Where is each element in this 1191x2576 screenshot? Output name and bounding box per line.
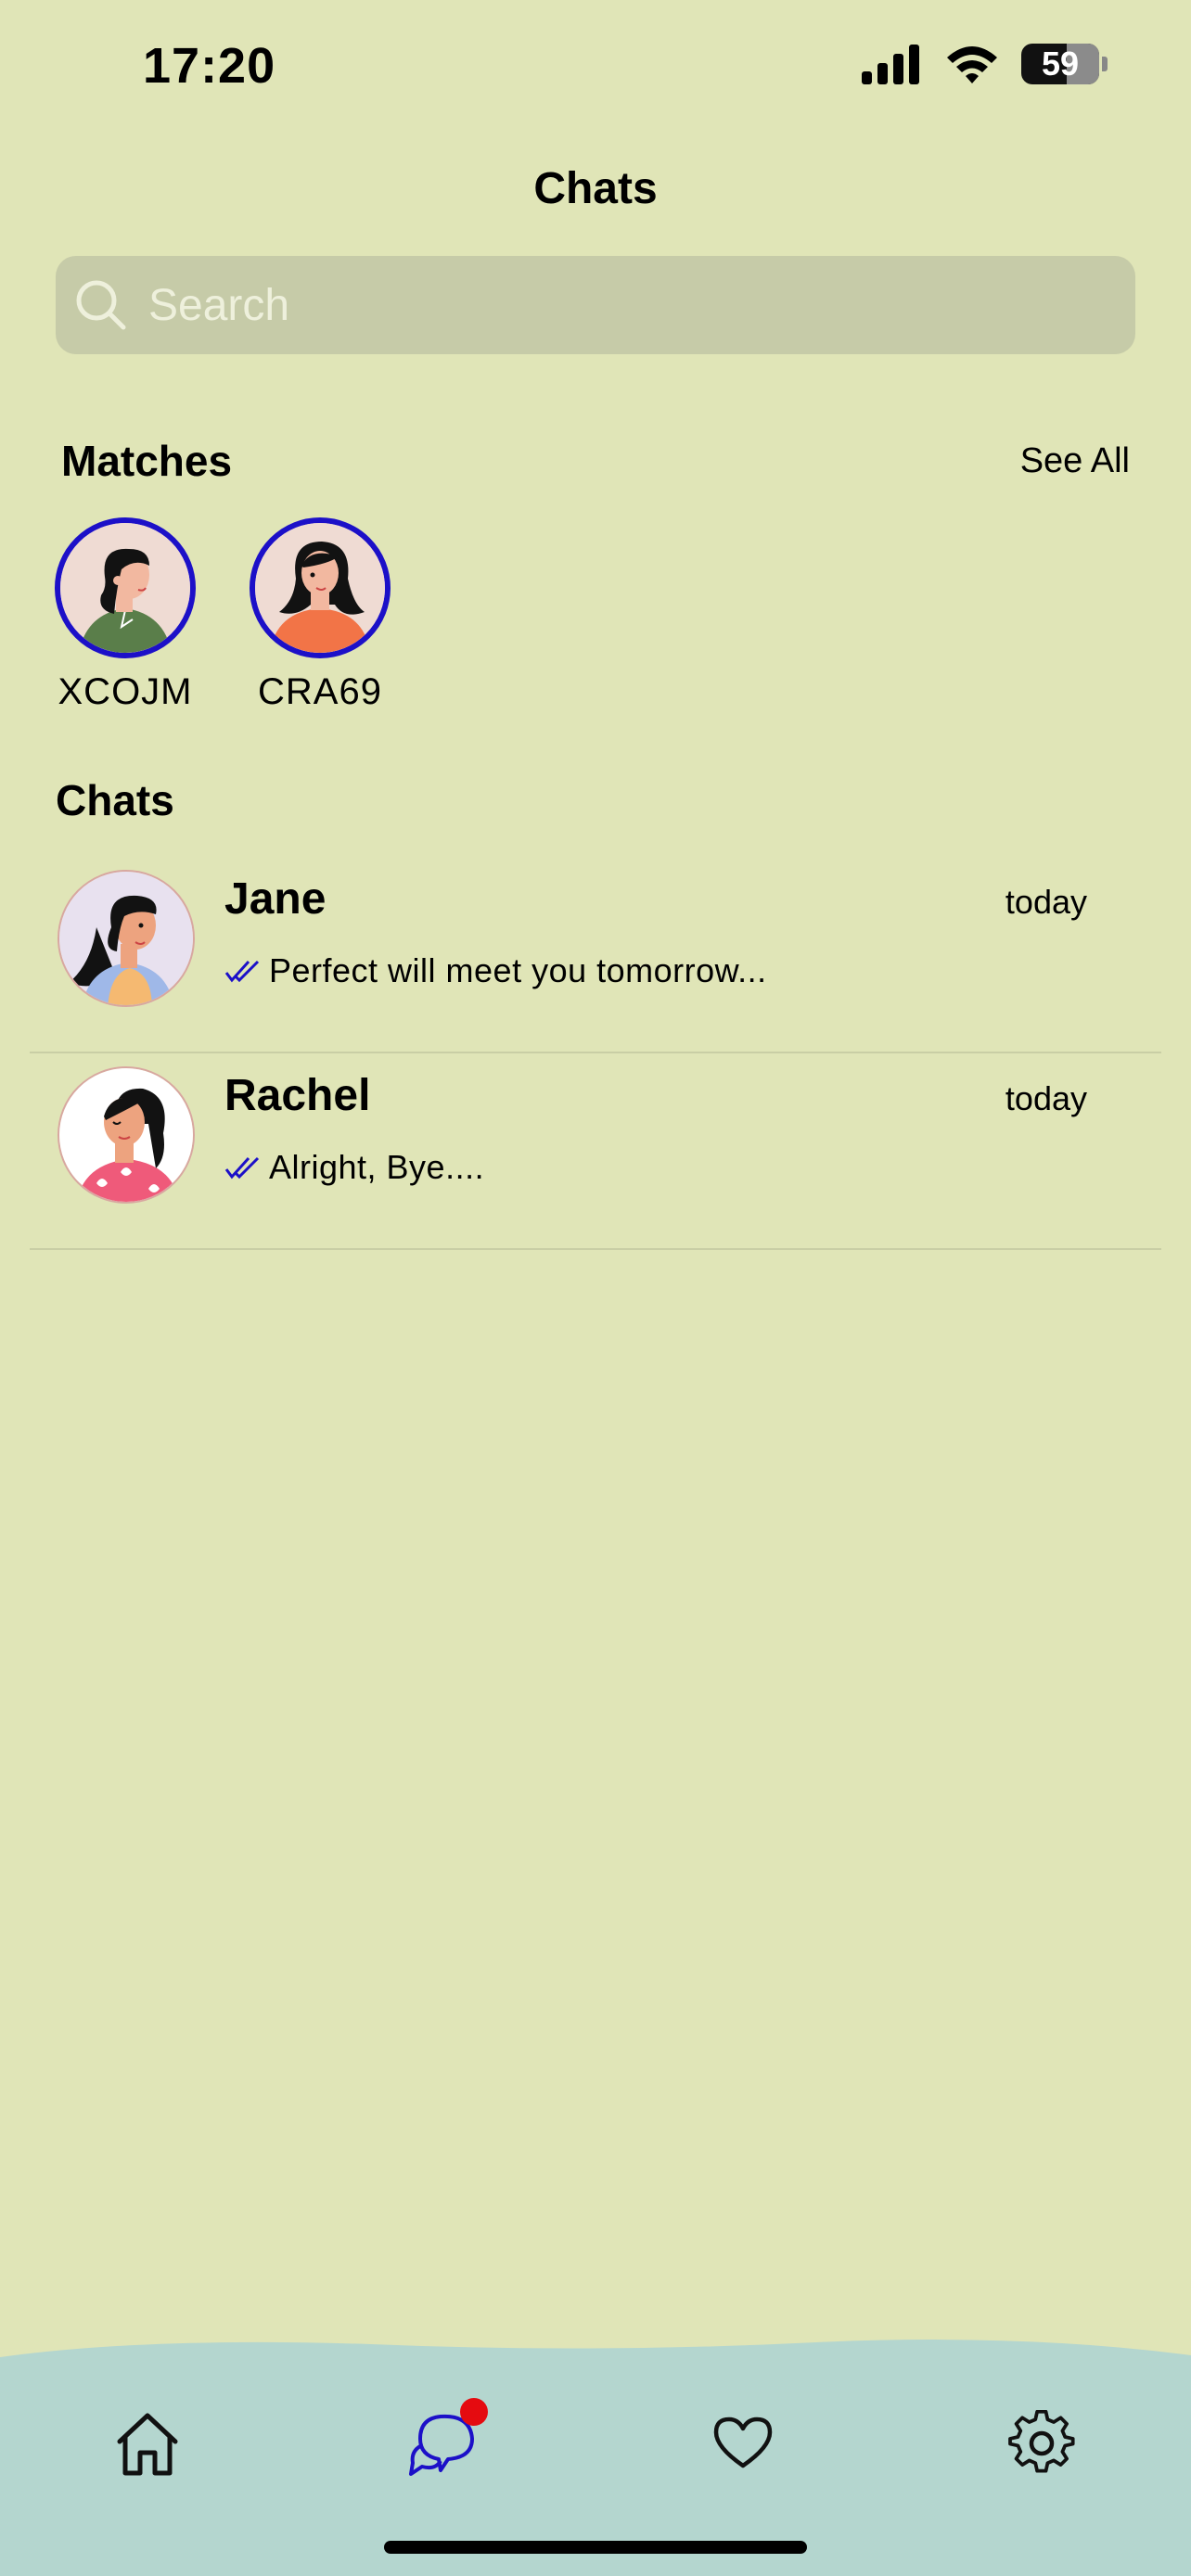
chats-section-title: Chats [56, 776, 174, 824]
status-icons: 59 [860, 43, 1108, 85]
chat-last-message: Alright, Bye.... [224, 1148, 484, 1187]
signal-icon [862, 45, 919, 84]
match-item[interactable]: XCOJM [37, 517, 213, 713]
chat-name: Jane [224, 874, 327, 924]
match-item[interactable]: CRA69 [232, 517, 408, 713]
avatar-illustration [255, 523, 385, 653]
chat-name: Rachel [224, 1071, 371, 1120]
avatar-illustration [59, 1068, 193, 1202]
search-bar[interactable] [56, 256, 1135, 354]
avatar[interactable] [58, 870, 195, 1007]
matches-title: Matches [61, 437, 233, 485]
double-check-icon [224, 960, 260, 983]
battery-indicator: 59 [1021, 44, 1099, 84]
page-title: Chats [533, 164, 658, 213]
chat-message-text: Alright, Bye.... [269, 1148, 485, 1186]
tab-chats[interactable] [404, 2398, 488, 2485]
match-name: CRA69 [258, 671, 382, 712]
home-indicator [384, 2541, 807, 2554]
chat-time: today [1005, 1079, 1087, 1117]
chat-last-message: Perfect will meet you tomorrow... [224, 951, 767, 990]
tab-favorites[interactable] [701, 2402, 785, 2485]
see-all-link[interactable]: See All [1020, 441, 1130, 481]
chat-row[interactable]: Jane today Perfect will meet you tomorro… [30, 855, 1161, 1053]
wifi-icon [947, 46, 997, 83]
match-name: XCOJM [58, 671, 193, 712]
double-check-icon [224, 1156, 260, 1180]
chat-row[interactable]: Rachel today Alright, Bye.... [30, 1052, 1161, 1250]
chat-time: today [1005, 883, 1087, 921]
heart-icon [713, 2417, 773, 2468]
search-icon [76, 280, 126, 330]
chat-message-text: Perfect will meet you tomorrow... [269, 951, 767, 989]
avatar[interactable] [250, 517, 391, 658]
gear-icon [1008, 2410, 1075, 2473]
status-time: 17:20 [143, 38, 276, 94]
tab-settings[interactable] [1000, 2402, 1083, 2485]
avatar-illustration [60, 523, 190, 653]
avatar[interactable] [58, 1066, 195, 1204]
notification-badge [460, 2398, 488, 2426]
search-input[interactable] [147, 278, 1078, 332]
avatar-illustration [59, 872, 193, 1005]
avatar[interactable] [55, 517, 196, 658]
tab-home[interactable] [106, 2402, 189, 2485]
home-icon [117, 2413, 178, 2476]
